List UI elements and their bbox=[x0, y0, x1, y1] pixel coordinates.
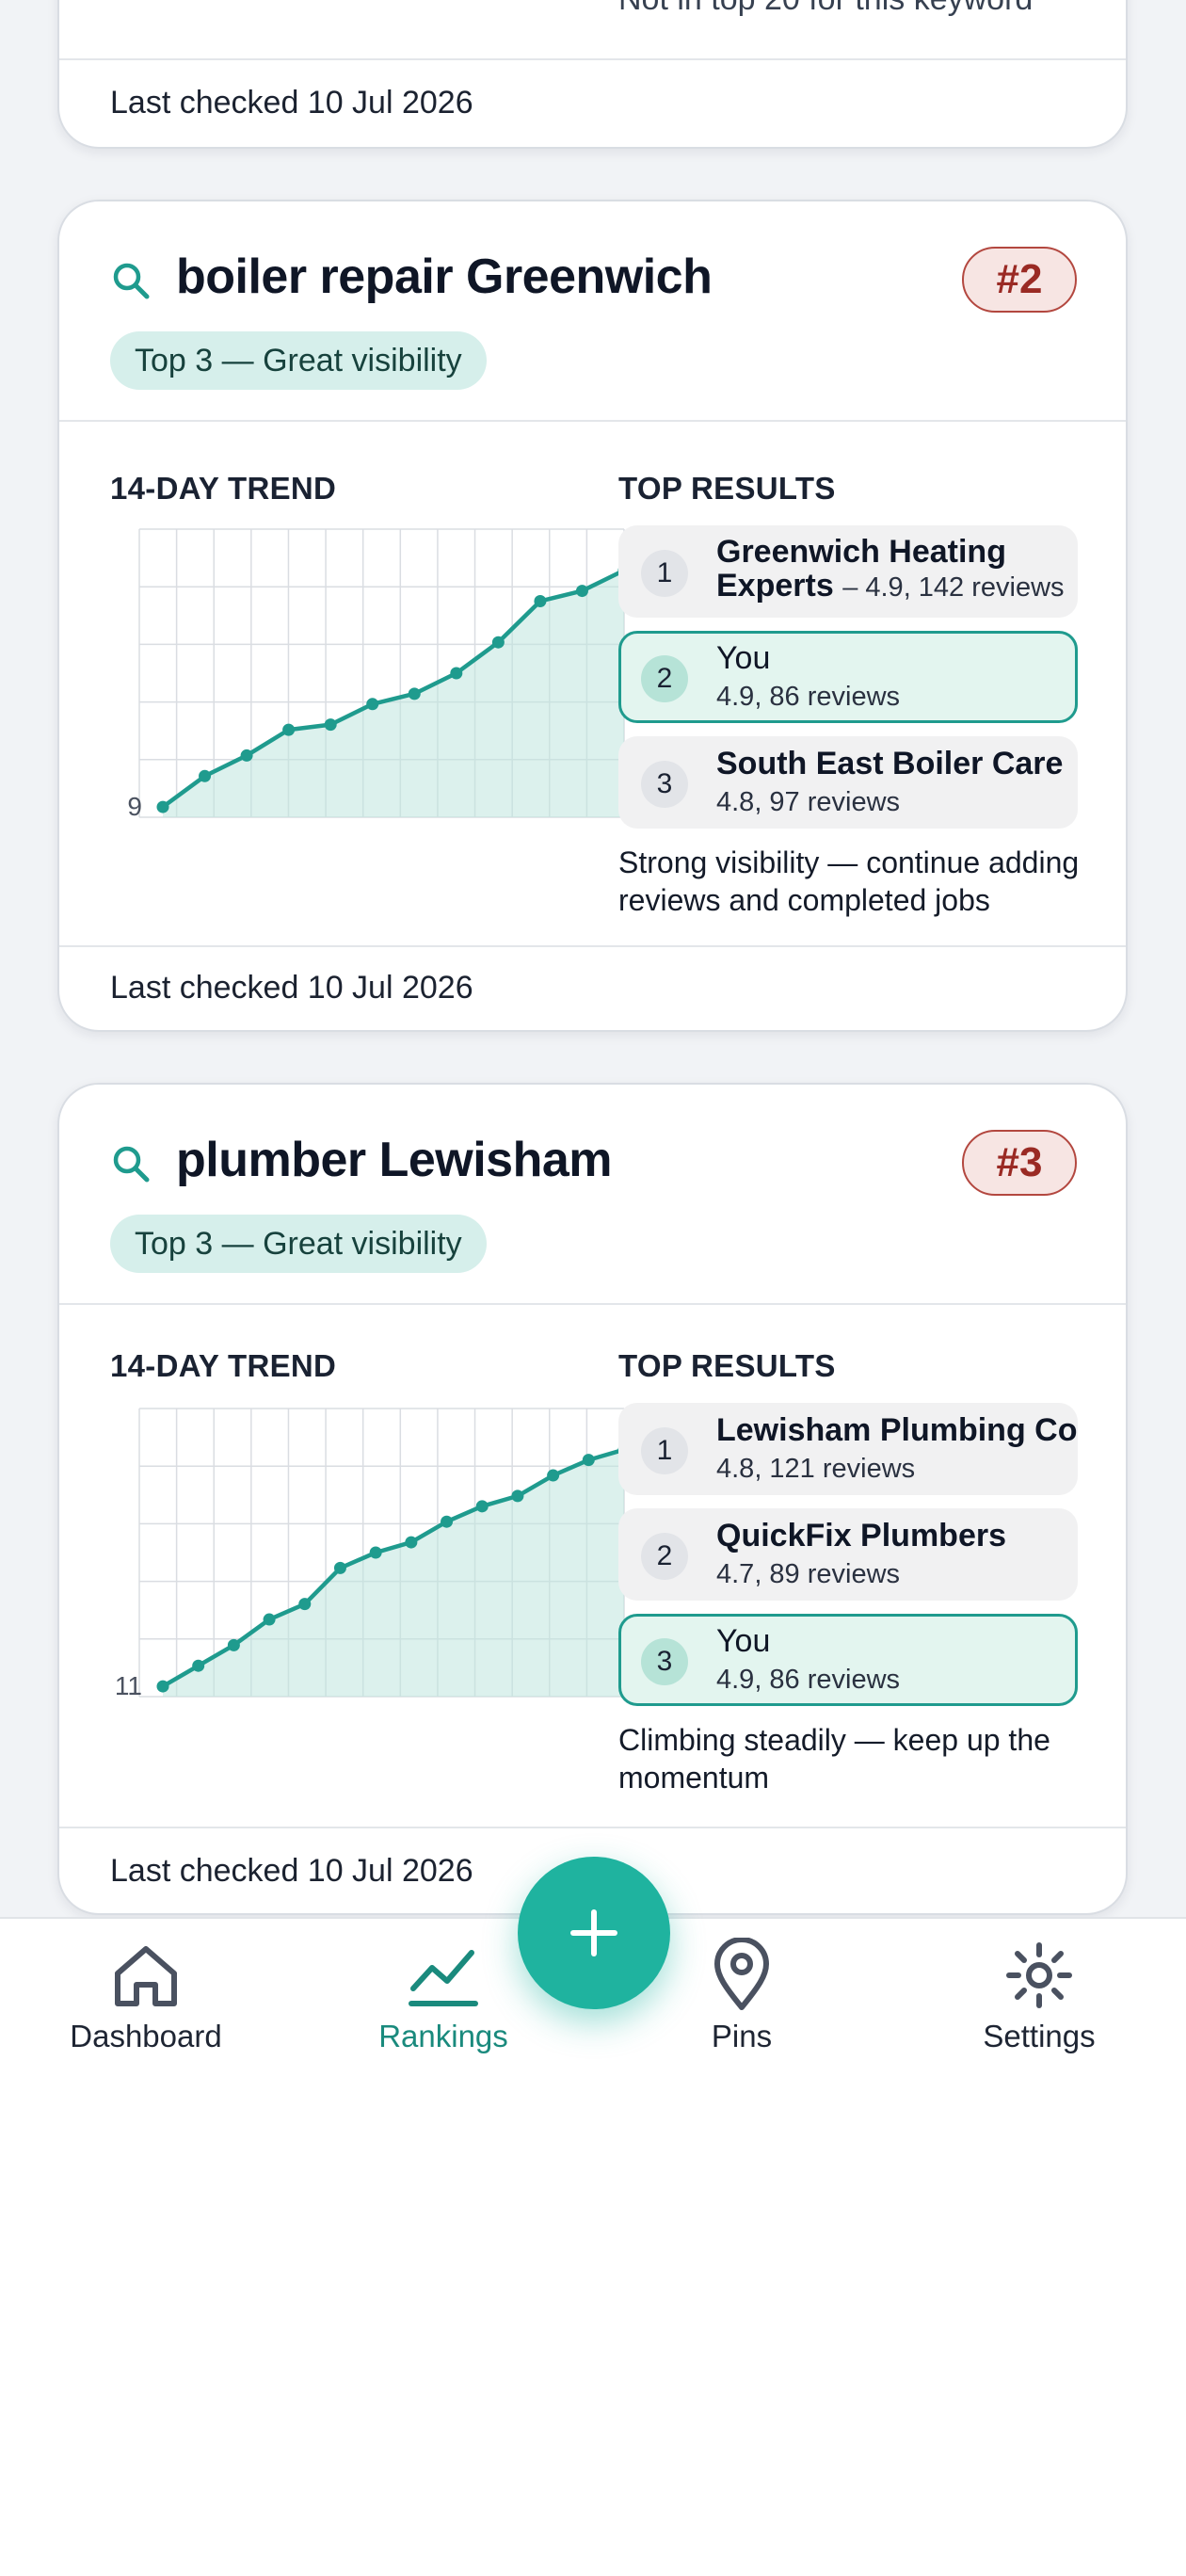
trend-point bbox=[263, 1613, 276, 1626]
result-row-you[interactable]: 3 You 4.9, 86 reviews bbox=[618, 1614, 1078, 1706]
card-divider bbox=[59, 420, 1126, 422]
position-number: 2 bbox=[641, 655, 688, 702]
rank-badge: #3 bbox=[962, 1130, 1077, 1196]
rating-reviews: 4.9, 86 reviews bbox=[716, 1665, 901, 1695]
result-row-1[interactable]: 1 Greenwich Heating Experts – 4.9, 142 r… bbox=[618, 525, 1078, 618]
competitor-name: Lewisham Plumbing Co bbox=[716, 1412, 1078, 1448]
keyword-title: boiler repair Greenwich bbox=[176, 250, 713, 304]
card-divider bbox=[59, 945, 1126, 947]
trend-point bbox=[227, 1638, 240, 1651]
nav-rankings[interactable]: Rankings bbox=[340, 1938, 547, 2079]
trend-point bbox=[441, 1515, 454, 1528]
last-checked: Last checked 10 Jul 2026 bbox=[110, 85, 473, 121]
trend-point bbox=[450, 667, 463, 680]
nav-label: Rankings bbox=[378, 2019, 508, 2053]
advice-text: Climbing steadily — keep up the momentum bbox=[618, 1723, 1050, 1795]
trend-point bbox=[405, 1536, 418, 1549]
trend-point bbox=[511, 1489, 524, 1503]
trend-point bbox=[333, 1561, 346, 1574]
trend-point bbox=[547, 1469, 560, 1482]
nav-settings[interactable]: Settings bbox=[936, 1938, 1143, 2079]
trend-point bbox=[582, 1454, 595, 1467]
rating-reviews: 4.7, 89 reviews bbox=[716, 1559, 901, 1589]
rating-reviews: 4.9, 86 reviews bbox=[716, 682, 901, 712]
results-label: TOP RESULTS bbox=[618, 1348, 836, 1383]
trend-point bbox=[324, 718, 337, 732]
position-number: 1 bbox=[641, 550, 688, 597]
trend-point bbox=[192, 1659, 205, 1672]
nav-label: Pins bbox=[711, 2019, 773, 2053]
trend-label: 14-DAY TREND bbox=[110, 471, 337, 506]
y-tick-label: 9 bbox=[127, 792, 142, 821]
result-row-1[interactable]: 1 Lewisham Plumbing Co 4.8, 121 reviews bbox=[618, 1403, 1078, 1495]
trend-point bbox=[240, 749, 253, 762]
last-checked: Last checked 10 Jul 2026 bbox=[110, 1853, 473, 1889]
gear-icon bbox=[1006, 1942, 1072, 2008]
home-icon bbox=[115, 1946, 177, 2006]
nav-dashboard[interactable]: Dashboard bbox=[42, 1938, 249, 2079]
trend-point bbox=[282, 723, 296, 736]
visibility-chip: Top 3 — Great visibility bbox=[110, 1215, 487, 1273]
plus-icon bbox=[570, 1909, 617, 1956]
keyword-card-partial[interactable]: Not in top 20 for this keyword Last chec… bbox=[57, 0, 1128, 149]
trend-chart: 9 bbox=[127, 528, 631, 821]
rating-reviews: 4.8, 97 reviews bbox=[716, 787, 901, 817]
competitor-name: Greenwich Heating Experts – 4.9, 142 rev… bbox=[716, 534, 1065, 604]
result-row-2[interactable]: 2 QuickFix Plumbers 4.7, 89 reviews bbox=[618, 1508, 1078, 1601]
position-number: 3 bbox=[641, 761, 688, 808]
trend-point bbox=[475, 1500, 489, 1513]
search-icon bbox=[113, 263, 150, 299]
trend-point bbox=[575, 585, 588, 598]
trend-icon bbox=[409, 1950, 478, 2006]
keyword-title: plumber Lewisham bbox=[176, 1133, 613, 1187]
rating-reviews: 4.8, 121 reviews bbox=[716, 1454, 916, 1484]
trend-area bbox=[163, 1449, 624, 1697]
keyword-card-plumber-lewisham[interactable]: plumber Lewisham #3 Top 3 — Great visibi… bbox=[57, 1083, 1128, 1915]
your-business-name: You bbox=[716, 640, 771, 676]
position-number: 3 bbox=[641, 1638, 688, 1685]
advice-text: Strong visibility — continue adding revi… bbox=[618, 845, 1080, 917]
y-tick-label: 11 bbox=[115, 1671, 142, 1700]
rank-badge: #2 bbox=[962, 247, 1077, 313]
trend-point bbox=[156, 1680, 169, 1693]
keyword-card-boiler-repair-greenwich[interactable]: boiler repair Greenwich #2 Top 3 — Great… bbox=[57, 200, 1128, 1032]
trend-point bbox=[366, 698, 379, 711]
not-ranked-note: Not in top 20 for this keyword bbox=[618, 0, 1033, 18]
trend-area bbox=[163, 570, 624, 817]
result-row-3[interactable]: 3 South East Boiler Care 4.8, 97 reviews bbox=[618, 736, 1078, 829]
trend-point bbox=[369, 1546, 382, 1559]
competitor-name: South East Boiler Care bbox=[716, 746, 1064, 781]
visibility-chip: Top 3 — Great visibility bbox=[110, 331, 487, 390]
trend-point bbox=[298, 1598, 312, 1611]
nav-label: Settings bbox=[983, 2019, 1096, 2053]
nav-pins[interactable]: Pins bbox=[638, 1938, 845, 2079]
trend-point bbox=[408, 687, 421, 700]
results-label: TOP RESULTS bbox=[618, 471, 836, 506]
card-divider bbox=[59, 58, 1126, 60]
trend-point bbox=[491, 636, 505, 649]
your-business-name: You bbox=[716, 1623, 771, 1659]
position-number: 2 bbox=[641, 1533, 688, 1580]
add-keyword-button[interactable] bbox=[518, 1857, 670, 2009]
position-number: 1 bbox=[641, 1427, 688, 1474]
card-divider bbox=[59, 1827, 1126, 1828]
trend-point bbox=[156, 800, 169, 813]
trend-point bbox=[534, 595, 547, 607]
search-icon bbox=[113, 1146, 150, 1183]
last-checked: Last checked 10 Jul 2026 bbox=[110, 970, 473, 1006]
map-pin-icon bbox=[714, 1938, 769, 2010]
result-row-you[interactable]: 2 You 4.9, 86 reviews bbox=[618, 631, 1078, 723]
card-divider bbox=[59, 1303, 1126, 1305]
nav-label: Dashboard bbox=[70, 2019, 222, 2053]
trend-chart: 11 bbox=[115, 1408, 631, 1700]
competitor-name: QuickFix Plumbers bbox=[716, 1518, 1006, 1554]
trend-point bbox=[199, 769, 212, 782]
trend-label: 14-DAY TREND bbox=[110, 1348, 337, 1383]
